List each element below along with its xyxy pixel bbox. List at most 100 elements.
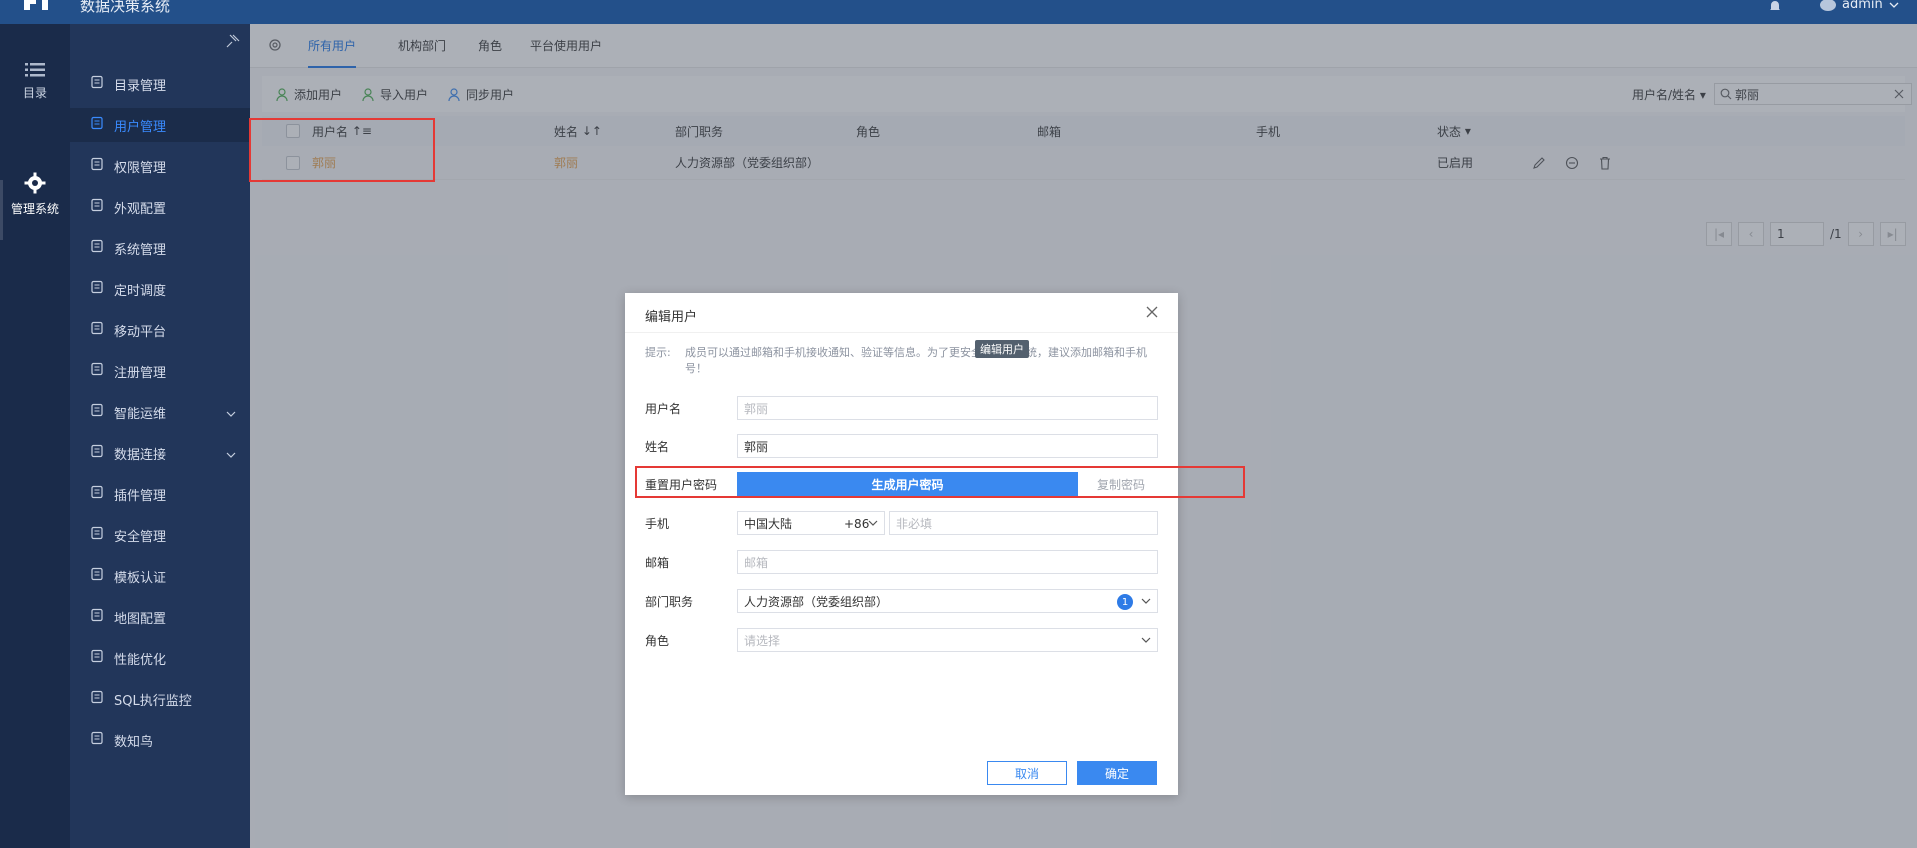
sidebar-item-link[interactable]: 数据连接 — [70, 436, 250, 470]
catalog-icon — [90, 75, 104, 93]
sidebar-item-label: 系统管理 — [114, 242, 167, 258]
brush-icon — [90, 198, 104, 216]
logo-icon — [24, 0, 48, 10]
sidebar-item-catalog[interactable]: 目录管理 — [70, 67, 250, 101]
sidebar-item-label: 安全管理 — [114, 529, 167, 545]
tip-label: 提示: — [645, 346, 671, 359]
gear-icon — [24, 172, 46, 194]
sidebar-item-user[interactable]: 用户管理 — [70, 108, 250, 142]
sidebar-item-plugin[interactable]: 插件管理 — [70, 477, 250, 511]
chevron-down-icon — [1141, 637, 1151, 643]
role-select[interactable]: 请选择 — [737, 628, 1158, 652]
username-label: 用户名 — [645, 402, 682, 416]
timer-icon — [90, 280, 104, 298]
link-icon — [90, 444, 104, 462]
cancel-button[interactable]: 取消 — [987, 761, 1067, 785]
dialog-title: 编辑用户 — [645, 310, 698, 325]
sidebar-item-label: 数知鸟 — [114, 734, 154, 750]
sidebar-item-mobile[interactable]: 移动平台 — [70, 313, 250, 347]
chevron-down-icon — [1141, 598, 1151, 604]
email-input[interactable]: 邮箱 — [737, 550, 1158, 574]
name-label: 姓名 — [645, 440, 670, 454]
mobile-icon — [90, 321, 104, 339]
rail-label: 目录 — [22, 86, 47, 100]
map-icon — [90, 608, 104, 626]
chevron-down-icon — [226, 448, 236, 463]
tooltip: 编辑用户 — [975, 340, 1029, 358]
bird-icon — [90, 731, 104, 749]
sidebar-item-label: 模板认证 — [114, 570, 167, 586]
sidebar-item-register[interactable]: 注册管理 — [70, 354, 250, 388]
name-input[interactable]: 郭丽 — [737, 434, 1158, 458]
highlight-box-password — [635, 466, 1245, 498]
sidebar-item-label: 插件管理 — [114, 488, 167, 504]
field-username: 用户名 郭丽 — [645, 396, 1158, 420]
phone-input[interactable]: 非必填 — [889, 511, 1158, 535]
highlight-box-table — [249, 118, 435, 182]
field-dept: 部门职务 人力资源部（党委组织部） 1 — [645, 589, 1158, 613]
avatar — [1820, 0, 1836, 11]
phone-region-select[interactable]: 中国大陆 +86 — [737, 511, 885, 535]
sidebar-item-performance[interactable]: 性能优化 — [70, 641, 250, 675]
sidebar-item-brush[interactable]: 外观配置 — [70, 190, 250, 224]
sidebar-item-bird[interactable]: 数知鸟 — [70, 723, 250, 757]
region-value: 中国大陆 — [744, 516, 793, 531]
sidebar-item-label: 外观配置 — [114, 201, 167, 217]
template-icon — [90, 567, 104, 585]
settings-icon — [90, 239, 104, 257]
sidebar-item-shield[interactable]: 安全管理 — [70, 518, 250, 552]
app-title: 数据决策系统 — [80, 0, 171, 15]
email-label: 邮箱 — [645, 556, 670, 570]
sidebar-item-label: 移动平台 — [114, 324, 167, 340]
sidebar-item-timer[interactable]: 定时调度 — [70, 272, 250, 306]
chevron-down-icon — [868, 520, 878, 526]
list-icon — [25, 63, 45, 77]
sidebar-item-label: 数据连接 — [114, 447, 167, 463]
sidebar-item-label: 地图配置 — [114, 611, 167, 627]
dialog-header: 编辑用户 — [625, 293, 1178, 333]
left-rail: 目录 管理系统 — [0, 24, 70, 848]
phone-label: 手机 — [645, 517, 670, 531]
sidebar-item-lock[interactable]: 权限管理 — [70, 149, 250, 183]
sidebar-item-settings[interactable]: 系统管理 — [70, 231, 250, 265]
shield-icon — [90, 526, 104, 544]
ops-icon — [90, 403, 104, 421]
rail-item-management[interactable]: 管理系统 — [0, 172, 70, 217]
field-email: 邮箱 邮箱 — [645, 550, 1158, 574]
rail-item-catalog[interactable]: 目录 — [0, 62, 70, 101]
field-name: 姓名 郭丽 — [645, 434, 1158, 458]
username-input: 郭丽 — [737, 396, 1158, 420]
sidebar-item-sql[interactable]: SQL执行监控 — [70, 682, 250, 716]
user-menu[interactable]: admin — [1820, 0, 1899, 12]
dept-label: 部门职务 — [645, 595, 694, 609]
register-icon — [90, 362, 104, 380]
sidebar-item-label: 智能运维 — [114, 406, 167, 422]
field-role: 角色 请选择 — [645, 628, 1158, 652]
performance-icon — [90, 649, 104, 667]
plugin-icon — [90, 485, 104, 503]
sidebar-nav: 目录管理用户管理权限管理外观配置系统管理定时调度移动平台注册管理智能运维数据连接… — [70, 24, 250, 848]
chevron-down-icon — [1889, 2, 1899, 8]
close-icon[interactable] — [1146, 306, 1158, 321]
username-label: admin — [1842, 0, 1883, 12]
dept-select[interactable]: 人力资源部（党委组织部） 1 — [737, 589, 1158, 613]
ok-button[interactable]: 确定 — [1077, 761, 1157, 785]
user-icon — [90, 116, 104, 134]
sidebar-item-label: 权限管理 — [114, 160, 167, 176]
bell-icon[interactable] — [1768, 0, 1782, 12]
sidebar-item-label: SQL执行监控 — [114, 693, 192, 709]
sidebar-item-label: 性能优化 — [114, 652, 167, 668]
pin-icon[interactable] — [226, 34, 240, 51]
sidebar-item-ops[interactable]: 智能运维 — [70, 395, 250, 429]
top-bar: 数据决策系统 admin — [0, 0, 1917, 24]
country-code: +86 — [844, 517, 870, 531]
app-logo — [22, 0, 54, 18]
edit-user-dialog: 编辑用户 提示: 成员可以通过邮箱和手机接收通知、验证等信息。为了更安全地使用系… — [625, 293, 1178, 795]
tip-text: 成员可以通过邮箱和手机接收通知、验证等信息。为了更安全地使用系统，建议添加邮箱和… — [685, 346, 1147, 375]
sidebar-item-template[interactable]: 模板认证 — [70, 559, 250, 593]
role-label: 角色 — [645, 634, 670, 648]
sidebar-item-map[interactable]: 地图配置 — [70, 600, 250, 634]
chevron-down-icon — [226, 407, 236, 422]
sidebar-item-label: 目录管理 — [114, 78, 167, 94]
field-phone: 手机 中国大陆 +86 非必填 — [645, 511, 1158, 535]
